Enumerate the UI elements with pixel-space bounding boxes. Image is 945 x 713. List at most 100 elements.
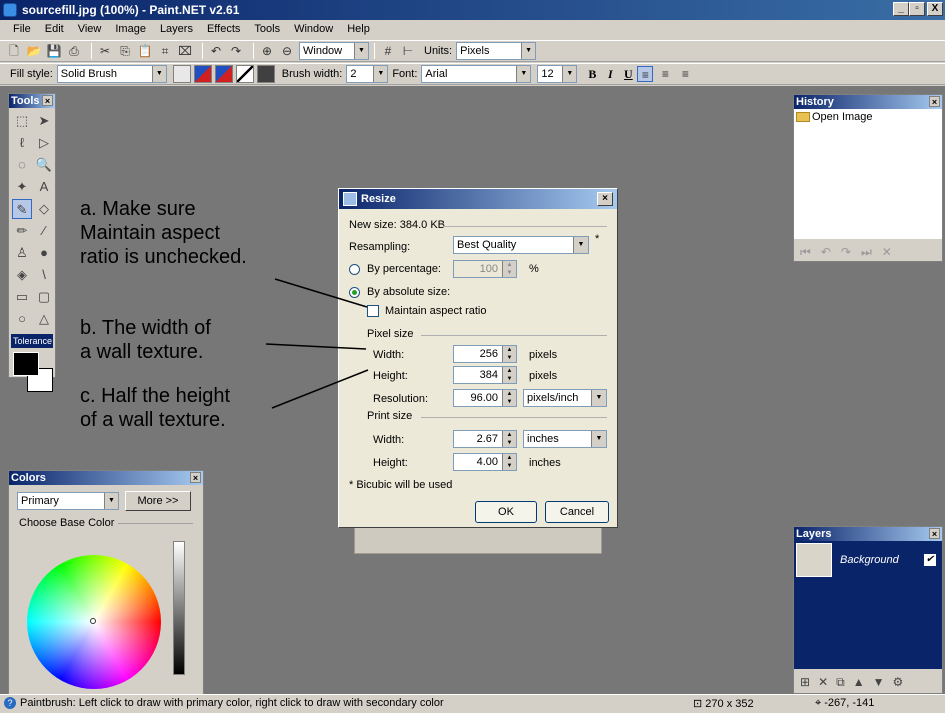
menu-layers[interactable]: Layers [153, 20, 200, 40]
print-icon[interactable]: ⎙ [66, 43, 82, 59]
fill-style-select[interactable]: Solid Brush ▼ [56, 65, 167, 83]
layer-properties-icon[interactable]: ⚙ [892, 675, 903, 690]
freeform-shape-tool-icon[interactable]: △ [34, 309, 54, 329]
height-input[interactable]: 384 ▲ ▼ [453, 366, 517, 384]
menu-image[interactable]: Image [108, 20, 153, 40]
resampling-select[interactable]: Best Quality ▼ [453, 236, 589, 254]
pencil-tool-icon[interactable]: ✏ [12, 221, 32, 241]
chevron-down-icon[interactable]: ▼ [573, 237, 588, 253]
history-item[interactable]: Open Image [796, 111, 940, 123]
delete-layer-icon[interactable]: ✕ [818, 675, 828, 690]
chevron-down-icon[interactable]: ▼ [521, 43, 536, 59]
paint-bucket-tool-icon[interactable]: ◈ [12, 265, 32, 285]
menu-edit[interactable]: Edit [38, 20, 71, 40]
spinner-icon[interactable]: ▲ ▼ [502, 431, 516, 447]
menu-window[interactable]: Window [287, 20, 340, 40]
chevron-down-icon[interactable]: ▼ [516, 66, 531, 82]
recolor-tool-icon[interactable]: ● [34, 243, 54, 263]
italic-button[interactable]: I [601, 65, 619, 83]
color-mode-select[interactable]: Primary ▼ [17, 492, 119, 510]
zoom-select[interactable]: Window ▼ [299, 42, 369, 60]
print-height-input[interactable]: 4.00 ▲ ▼ [453, 453, 517, 471]
align-center-icon[interactable]: ≡ [657, 66, 673, 82]
maintain-aspect-ratio-checkbox[interactable] [367, 305, 379, 317]
ellipse-tool-icon[interactable]: ○ [12, 309, 32, 329]
rulers-icon[interactable]: ⊢ [400, 43, 416, 59]
chevron-down-icon[interactable]: ▼ [373, 66, 388, 82]
color-picker-tool-icon[interactable]: ⁄ [34, 221, 54, 241]
more-button[interactable]: More >> [125, 491, 191, 511]
close-icon[interactable]: × [929, 528, 940, 539]
antialiasing-off-icon[interactable] [256, 65, 275, 83]
chevron-down-icon[interactable]: ▼ [591, 431, 606, 447]
grid-icon[interactable]: # [380, 43, 396, 59]
move-layer-up-icon[interactable]: ▲ [853, 675, 865, 690]
deselect-icon[interactable]: ⌧ [177, 43, 193, 59]
chevron-down-icon[interactable]: ▼ [151, 66, 166, 82]
maximize-button[interactable]: ▫ [909, 2, 925, 16]
move-selection-tool-icon[interactable]: ➤ [34, 111, 54, 131]
resolution-unit-select[interactable]: pixels/inch ▼ [523, 389, 607, 407]
tolerance-slider[interactable]: Tolerance [11, 334, 53, 348]
units-select[interactable]: Pixels ▼ [456, 42, 537, 60]
layer-visibility-checkbox[interactable]: ✔ [924, 554, 936, 566]
menu-help[interactable]: Help [340, 20, 377, 40]
magic-wand-tool-icon[interactable]: ✦ [12, 177, 32, 197]
by-percentage-radio[interactable] [349, 264, 360, 275]
copy-icon[interactable]: ⎘ [117, 43, 133, 59]
clone-stamp-tool-icon[interactable]: ♙ [12, 243, 32, 263]
close-icon[interactable]: × [597, 192, 613, 206]
zoom-in-icon[interactable]: ⊕ [259, 43, 275, 59]
print-unit-select[interactable]: inches ▼ [523, 430, 607, 448]
blend-mode-icon[interactable] [193, 65, 212, 83]
bold-button[interactable]: B [583, 65, 601, 83]
menu-file[interactable]: File [6, 20, 38, 40]
percentage-input[interactable]: 100 ▲ ▼ [453, 260, 517, 278]
duplicate-layer-icon[interactable]: ⧉ [836, 675, 845, 690]
paste-icon[interactable]: 📋 [137, 43, 153, 59]
value-slider[interactable] [173, 541, 185, 675]
redo-icon[interactable]: ↷ [228, 43, 244, 59]
paintbrush-tool-icon[interactable]: ✎ [12, 199, 32, 219]
add-layer-icon[interactable]: ⊞ [800, 675, 810, 690]
align-left-icon[interactable]: ≡ [637, 66, 654, 82]
close-icon[interactable]: × [42, 95, 53, 106]
chevron-down-icon[interactable]: ▼ [562, 66, 577, 82]
new-file-icon[interactable]: 🗋 [6, 43, 22, 59]
alpha-icon[interactable] [214, 65, 233, 83]
redo-icon[interactable]: ↷ [841, 245, 851, 260]
underline-button[interactable]: U [619, 65, 637, 83]
close-button[interactable]: X [927, 2, 943, 16]
ellipse-select-tool-icon[interactable]: ◌ [12, 155, 32, 175]
crop-icon[interactable]: ⌗ [157, 43, 173, 59]
font-select[interactable]: Arial ▼ [421, 65, 532, 83]
line-tool-icon[interactable]: \ [34, 265, 54, 285]
menu-view[interactable]: View [71, 20, 109, 40]
close-icon[interactable]: × [190, 472, 201, 483]
ok-button[interactable]: OK [475, 501, 537, 523]
close-icon[interactable]: × [929, 96, 940, 107]
lasso-select-tool-icon[interactable]: ℓ [12, 133, 32, 153]
cut-icon[interactable]: ✂ [97, 43, 113, 59]
rectangle-select-tool-icon[interactable]: ⬚ [12, 111, 32, 131]
antialias-icon[interactable] [172, 65, 191, 83]
primary-color-swatch[interactable] [13, 352, 39, 376]
spinner-icon[interactable]: ▲ ▼ [502, 390, 516, 406]
rectangle-tool-icon[interactable]: ▭ [12, 287, 32, 307]
save-icon[interactable]: 💾 [46, 43, 62, 59]
spinner-icon[interactable]: ▲ ▼ [502, 346, 516, 362]
undo-icon[interactable]: ↶ [821, 245, 831, 260]
antialiasing-on-icon[interactable] [235, 65, 254, 83]
undo-icon[interactable]: ↶ [208, 43, 224, 59]
image-canvas[interactable] [354, 526, 602, 554]
chevron-down-icon[interactable]: ▼ [104, 493, 118, 509]
fast-forward-icon[interactable]: ⏭ [861, 245, 872, 260]
color-wheel-cursor[interactable] [90, 618, 96, 624]
zoom-out-icon[interactable]: ⊖ [279, 43, 295, 59]
rewind-icon[interactable]: ⏮ [800, 245, 811, 260]
spinner-icon[interactable]: ▲ ▼ [502, 261, 516, 277]
align-right-icon[interactable]: ≡ [677, 66, 693, 82]
zoom-tool-icon[interactable]: 🔍 [34, 155, 54, 175]
print-width-input[interactable]: 2.67 ▲ ▼ [453, 430, 517, 448]
chevron-down-icon[interactable]: ▼ [591, 390, 606, 406]
